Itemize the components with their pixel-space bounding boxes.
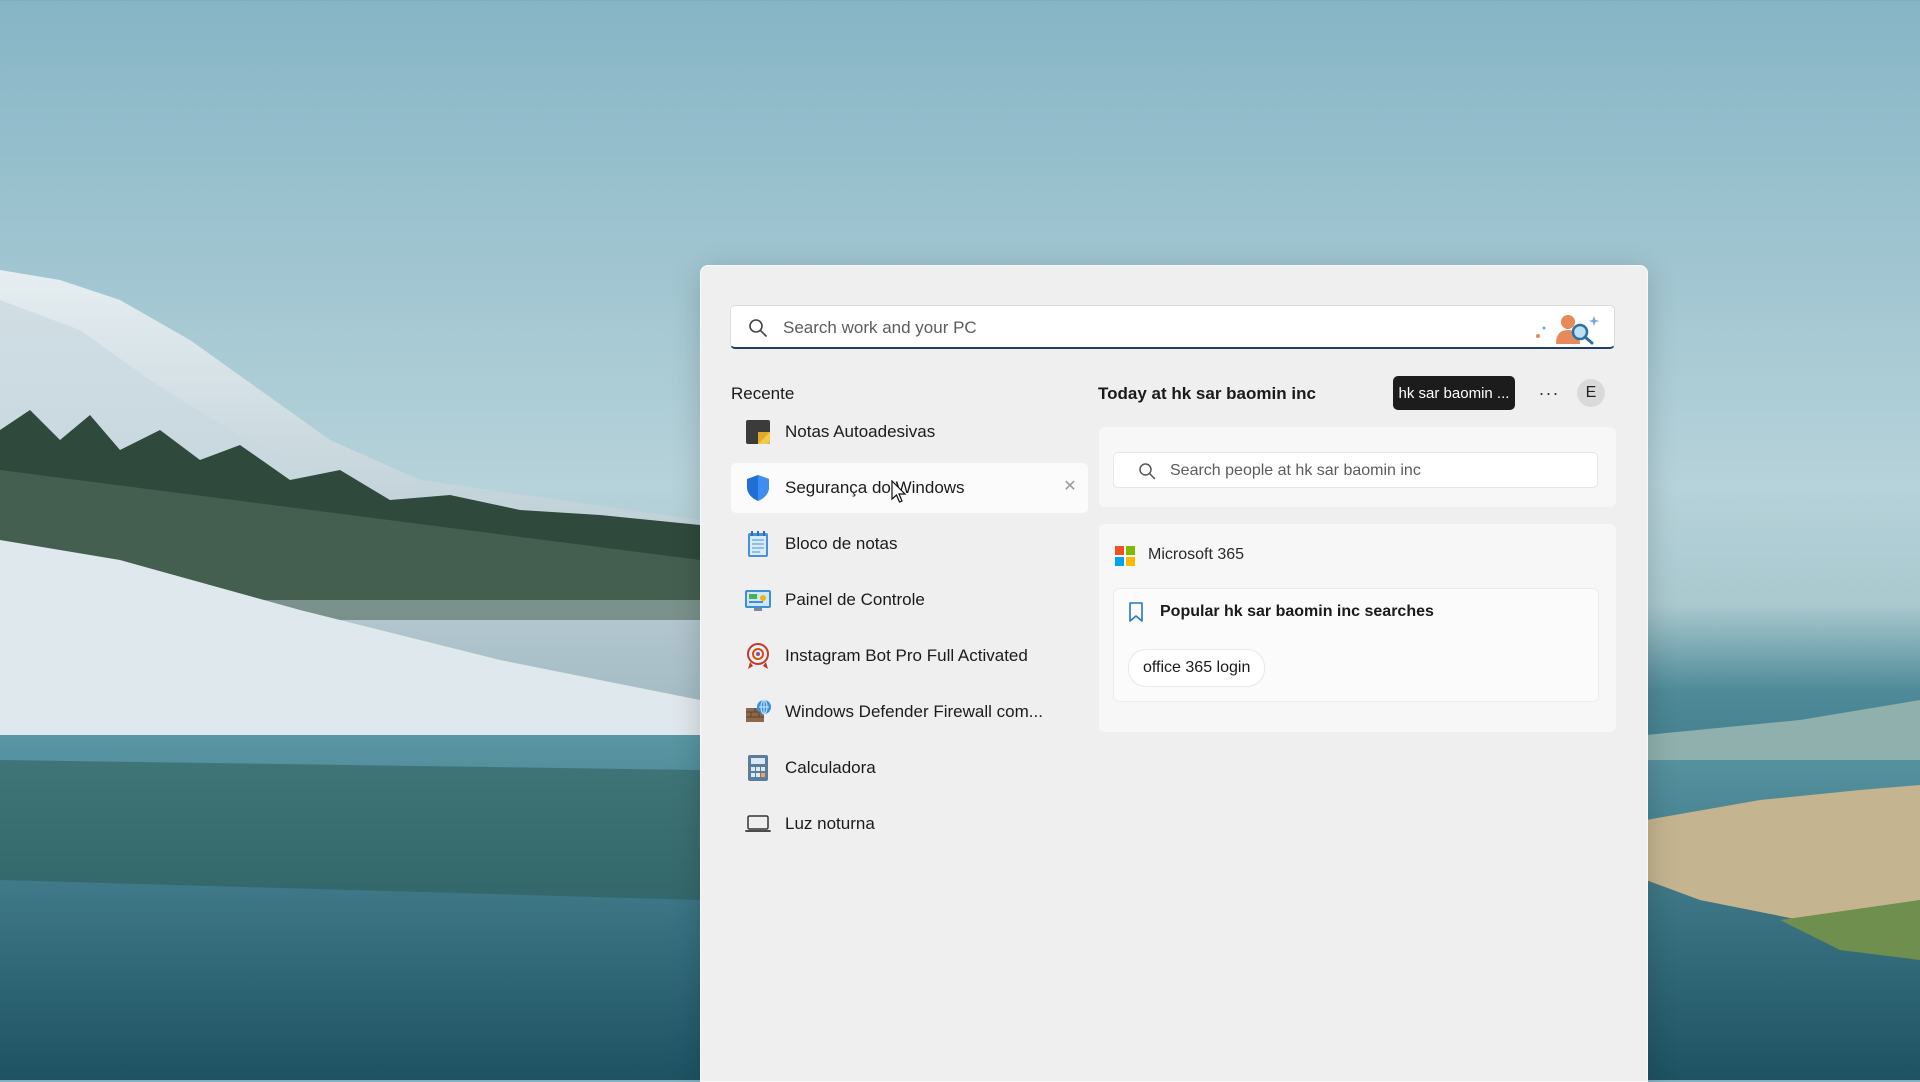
search-icon: [749, 319, 767, 337]
notepad-icon: [744, 530, 772, 558]
recent-item-label: Instagram Bot Pro Full Activated: [785, 646, 1028, 665]
calculator-icon: [744, 754, 772, 782]
recent-item-instagram-bot[interactable]: Instagram Bot Pro Full Activated: [731, 631, 1088, 681]
recent-item-notepad[interactable]: Bloco de notas: [731, 519, 1088, 569]
recent-section-title: Recente: [731, 384, 795, 403]
recent-item-label: Segurança do Windows: [785, 478, 965, 497]
microsoft-365-card: Microsoft 365 Popular hk sar baomin inc …: [1099, 524, 1616, 732]
laptop-icon: [744, 810, 772, 838]
remove-recent-item-close-icon[interactable]: ✕: [1062, 479, 1078, 495]
microsoft-logo-icon: [1115, 546, 1135, 566]
sticky-notes-icon: [744, 418, 772, 446]
popular-searches-box: Popular hk sar baomin inc searches offic…: [1113, 588, 1599, 702]
recent-item-label: Calculadora: [785, 758, 876, 777]
search-icon: [1139, 463, 1156, 480]
search-flyout-panel: Recente Notas Autoadesivas Segurança do …: [700, 265, 1648, 1082]
recent-item-calculator[interactable]: Calculadora: [731, 743, 1088, 793]
firewall-icon: [744, 698, 772, 726]
instagram-bot-icon: [744, 642, 772, 670]
recent-item-label: Windows Defender Firewall com...: [785, 702, 1043, 721]
recent-item-label: Luz noturna: [785, 814, 875, 833]
recent-item-label: Painel de Controle: [785, 590, 925, 609]
windows-security-shield-icon: [744, 474, 772, 502]
people-search-card: [1099, 427, 1616, 507]
bookmark-icon: [1129, 602, 1143, 622]
recent-item-sticky-notes[interactable]: Notas Autoadesivas: [731, 407, 1088, 457]
today-section-title: Today at hk sar baomin inc: [1098, 384, 1316, 403]
recent-item-windows-security[interactable]: Segurança do Windows ✕: [731, 463, 1088, 513]
recent-item-night-light[interactable]: Luz noturna: [731, 799, 1088, 849]
people-search-input[interactable]: [1168, 458, 1592, 484]
search-box[interactable]: [730, 305, 1615, 349]
recent-item-label: Notas Autoadesivas: [785, 422, 936, 441]
people-search-box[interactable]: [1113, 452, 1598, 488]
search-suggestion-chip[interactable]: office 365 login: [1128, 649, 1266, 687]
account-avatar[interactable]: E: [1577, 379, 1605, 407]
popular-searches-title: Popular hk sar baomin inc searches: [1160, 603, 1434, 620]
control-panel-icon: [744, 586, 772, 614]
organization-switch-button[interactable]: hk sar baomin ...: [1393, 376, 1515, 410]
recent-item-control-panel[interactable]: Painel de Controle: [731, 575, 1088, 625]
recent-item-label: Bloco de notas: [785, 534, 898, 553]
more-options-button[interactable]: ···: [1532, 376, 1566, 410]
mouse-cursor-icon: [891, 480, 907, 503]
recent-list: Notas Autoadesivas Segurança do Windows …: [731, 407, 1088, 855]
search-input[interactable]: [781, 314, 1525, 342]
search-highlight-illustration-icon: [1536, 315, 1600, 345]
microsoft-365-title: Microsoft 365: [1148, 546, 1245, 563]
recent-item-defender-firewall[interactable]: Windows Defender Firewall com...: [731, 687, 1088, 737]
